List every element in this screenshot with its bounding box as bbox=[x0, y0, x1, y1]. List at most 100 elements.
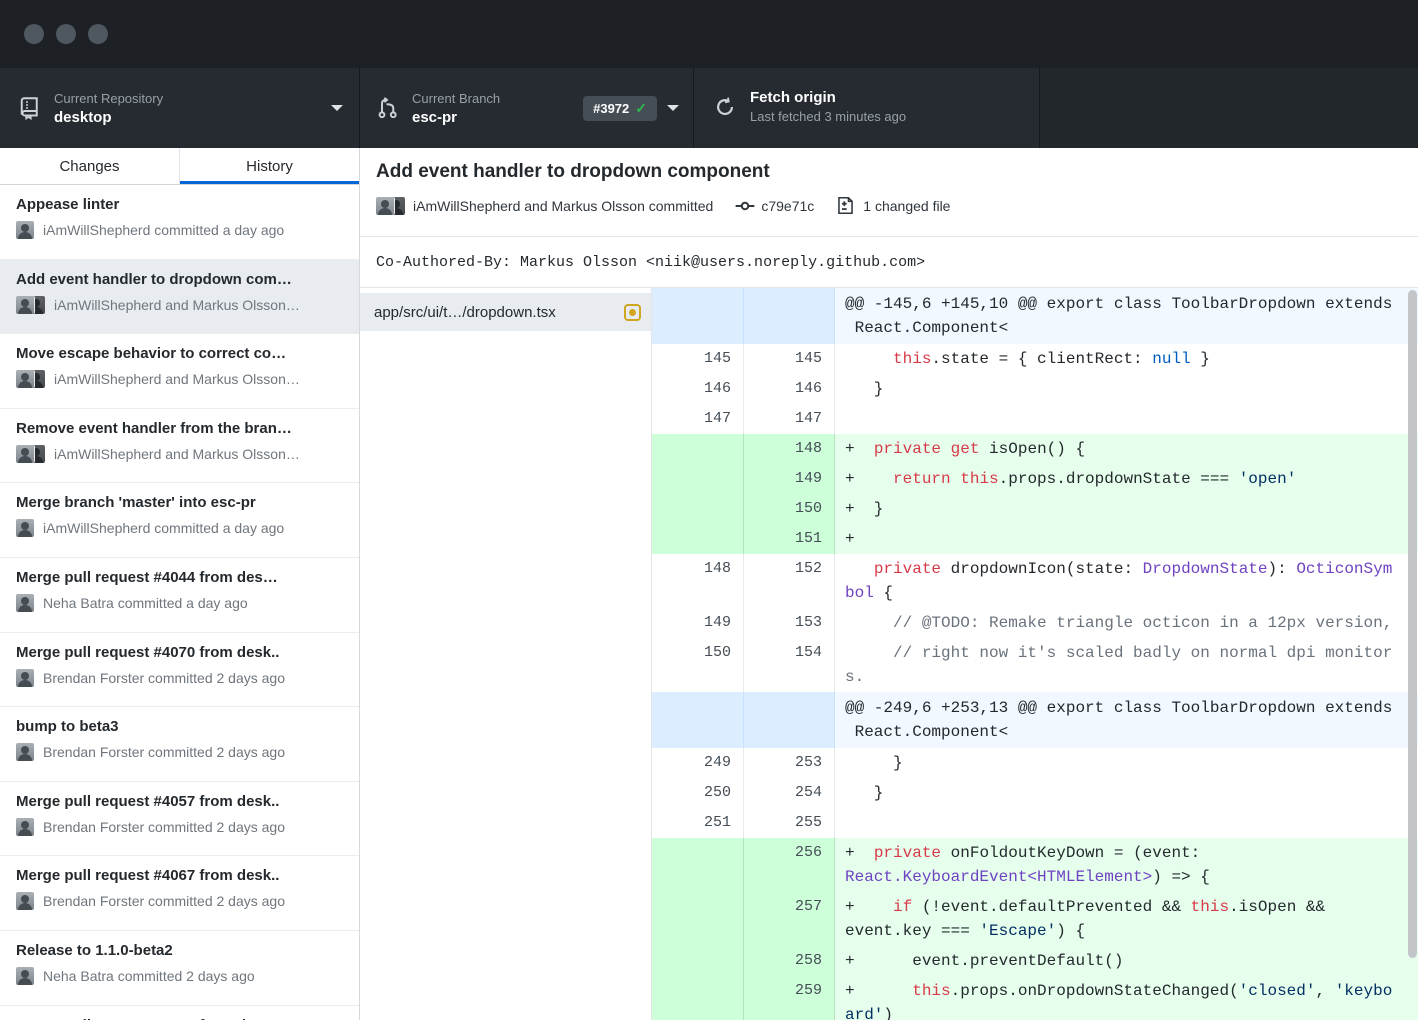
commit-description: Co-Authored-By: Markus Olsson <niik@user… bbox=[360, 237, 1418, 288]
old-line-number bbox=[652, 288, 744, 344]
new-line-number: 149 bbox=[744, 464, 835, 494]
commit-list-item-title: Move escape behavior to correct co… bbox=[16, 345, 343, 362]
old-line-number: 251 bbox=[652, 808, 744, 838]
diff-context-line[interactable]: 145145 this.state = { clientRect: null } bbox=[652, 344, 1418, 374]
commit-list-item-byline: Brendan Forster committed 2 days ago bbox=[16, 743, 343, 761]
diff-added-line[interactable]: 258+ event.preventDefault() bbox=[652, 946, 1418, 976]
diff-scrollbar[interactable] bbox=[1408, 290, 1417, 958]
diff-added-line[interactable]: 256+ private onFoldoutKeyDown = (event:R… bbox=[652, 838, 1418, 892]
diff-hunk-header[interactable]: @@ -145,6 +145,10 @@ export class Toolba… bbox=[652, 288, 1418, 344]
commit-list-item[interactable]: Merge pull request #4044 from des…Neha B… bbox=[0, 558, 359, 633]
commit-list-item-byline: iAmWillShepherd committed a day ago bbox=[16, 221, 343, 239]
commit-list-item[interactable]: Merge branch 'master' into esc-priAmWill… bbox=[0, 483, 359, 558]
new-line-number: 147 bbox=[744, 404, 835, 434]
diff-rows: @@ -145,6 +145,10 @@ export class Toolba… bbox=[652, 288, 1418, 1020]
commit-list-item[interactable]: Merge pull request #4071 from d… bbox=[0, 1006, 359, 1020]
commit-list-item[interactable]: Merge pull request #4057 from desk..Bren… bbox=[0, 782, 359, 857]
commit-list-item-title: Merge pull request #4057 from desk.. bbox=[16, 793, 343, 810]
diff-added-line[interactable]: 257+ if (!event.defaultPrevented && this… bbox=[652, 892, 1418, 946]
commit-list-item[interactable]: Release to 1.1.0-beta2 Neha Batra committ… bbox=[0, 931, 359, 1006]
avatar bbox=[376, 197, 394, 215]
code-content bbox=[835, 808, 1418, 838]
diff-context-line[interactable]: 147147 bbox=[652, 404, 1418, 434]
diff-added-line[interactable]: 150+ } bbox=[652, 494, 1418, 524]
new-line-number: 258 bbox=[744, 946, 835, 976]
fetch-title: Fetch origin bbox=[750, 89, 1025, 106]
commit-list-item[interactable]: Move escape behavior to correct co… iAmWi… bbox=[0, 334, 359, 409]
current-repository-button[interactable]: Current Repository desktop bbox=[0, 68, 360, 148]
new-line-number: 150 bbox=[744, 494, 835, 524]
byline-text: Brendan Forster committed 2 days ago bbox=[43, 670, 285, 686]
code-content: } bbox=[835, 778, 1418, 808]
byline-text: Brendan Forster committed 2 days ago bbox=[43, 893, 285, 909]
old-line-number bbox=[652, 524, 744, 554]
file-path: app/src/ui/t…/dropdown.tsx bbox=[374, 304, 624, 321]
diff-added-line[interactable]: 259+ this.props.onDropdownStateChanged('… bbox=[652, 976, 1418, 1020]
avatar-group bbox=[16, 743, 34, 761]
old-line-number bbox=[652, 494, 744, 524]
window-close-button[interactable] bbox=[24, 24, 44, 44]
new-line-number: 253 bbox=[744, 748, 835, 778]
branch-label: Current Branch bbox=[412, 91, 575, 106]
diff-context-line[interactable]: 148152 private dropdownIcon(state: Dropd… bbox=[652, 554, 1418, 608]
code-content: + private onFoldoutKeyDown = (event:Reac… bbox=[835, 838, 1418, 892]
commit-detail-pane: Add event handler to dropdown component … bbox=[360, 148, 1418, 1020]
byline-text: iAmWillShepherd committed a day ago bbox=[43, 520, 284, 536]
commit-list-item[interactable]: bump to beta3Brendan Forster committed 2… bbox=[0, 707, 359, 782]
changed-files-count: 1 changed file bbox=[863, 198, 950, 214]
avatar-group bbox=[16, 892, 34, 910]
code-content: private dropdownIcon(state: DropdownStat… bbox=[835, 554, 1418, 608]
diff-context-line[interactable]: 150154 // right now it's scaled badly on… bbox=[652, 638, 1418, 692]
ci-check-icon: ✓ bbox=[635, 100, 647, 117]
diff-added-line[interactable]: 149+ return this.props.dropdownState ===… bbox=[652, 464, 1418, 494]
diff-context-line[interactable]: 146146 } bbox=[652, 374, 1418, 404]
diff-context-line[interactable]: 249253 } bbox=[652, 748, 1418, 778]
changed-files-panel: app/src/ui/t…/dropdown.tsx bbox=[360, 288, 652, 1020]
commit-list-item-byline: Brendan Forster committed 2 days ago bbox=[16, 669, 343, 687]
byline-text: iAmWillShepherd committed a day ago bbox=[43, 222, 284, 238]
window-zoom-button[interactable] bbox=[88, 24, 108, 44]
old-line-number: 148 bbox=[652, 554, 744, 608]
diff-added-line[interactable]: 148+ private get isOpen() { bbox=[652, 434, 1418, 464]
byline-text: Brendan Forster committed 2 days ago bbox=[43, 744, 285, 760]
new-line-number: 259 bbox=[744, 976, 835, 1020]
code-content: + bbox=[835, 524, 1418, 554]
commit-list-item[interactable]: Add event handler to dropdown com…iAmWil… bbox=[0, 260, 359, 335]
diff-context-line[interactable]: 149153 // @TODO: Remake triangle octicon… bbox=[652, 608, 1418, 638]
diff-view: @@ -145,6 +145,10 @@ export class Toolba… bbox=[652, 288, 1418, 1020]
diff-added-line[interactable]: 151+ bbox=[652, 524, 1418, 554]
old-line-number: 150 bbox=[652, 638, 744, 692]
commit-list-item-byline: iAmWillShepherd and Markus Olsson… bbox=[16, 370, 343, 388]
commit-list-item[interactable]: Remove event handler from the bran…iAmWi… bbox=[0, 409, 359, 484]
tab-history[interactable]: History bbox=[179, 148, 359, 184]
avatar-group bbox=[16, 519, 34, 537]
diff-context-line[interactable]: 250254 } bbox=[652, 778, 1418, 808]
sidebar-tabs: Changes History bbox=[0, 148, 359, 185]
commit-list-item[interactable]: Merge pull request #4070 from desk..Bren… bbox=[0, 633, 359, 708]
old-line-number bbox=[652, 976, 744, 1020]
new-line-number: 256 bbox=[744, 838, 835, 892]
old-line-number bbox=[652, 892, 744, 946]
commit-list-item-byline: iAmWillShepherd and Markus Olsson… bbox=[16, 445, 343, 463]
commit-list-item-byline: Neha Batra committed a day ago bbox=[16, 594, 343, 612]
commit-list-item[interactable]: Appease linteriAmWillShepherd committed … bbox=[0, 185, 359, 260]
new-line-number: 257 bbox=[744, 892, 835, 946]
code-content: } bbox=[835, 374, 1418, 404]
avatar bbox=[16, 296, 34, 314]
tab-changes[interactable]: Changes bbox=[0, 148, 179, 184]
repo-name: desktop bbox=[54, 109, 321, 126]
window-minimize-button[interactable] bbox=[56, 24, 76, 44]
avatar-group bbox=[16, 445, 45, 463]
diff-context-line[interactable]: 251255 bbox=[652, 808, 1418, 838]
commit-list-item[interactable]: Merge pull request #4067 from desk..Bren… bbox=[0, 856, 359, 931]
new-line-number: 145 bbox=[744, 344, 835, 374]
fetch-origin-button[interactable]: Fetch origin Last fetched 3 minutes ago bbox=[694, 68, 1040, 148]
commit-committers: iAmWillShepherd and Markus Olsson commit… bbox=[413, 198, 713, 214]
file-row[interactable]: app/src/ui/t…/dropdown.tsx bbox=[360, 293, 651, 331]
byline-text: Neha Batra committed 2 days ago bbox=[43, 968, 255, 984]
current-branch-button[interactable]: Current Branch esc-pr #3972 ✓ bbox=[360, 68, 694, 148]
diff-hunk-header[interactable]: @@ -249,6 +253,13 @@ export class Toolba… bbox=[652, 692, 1418, 748]
commit-sha[interactable]: c79e71c bbox=[761, 198, 814, 214]
avatar bbox=[16, 892, 34, 910]
commit-list-item-title: Release to 1.1.0-beta2 bbox=[16, 942, 343, 959]
